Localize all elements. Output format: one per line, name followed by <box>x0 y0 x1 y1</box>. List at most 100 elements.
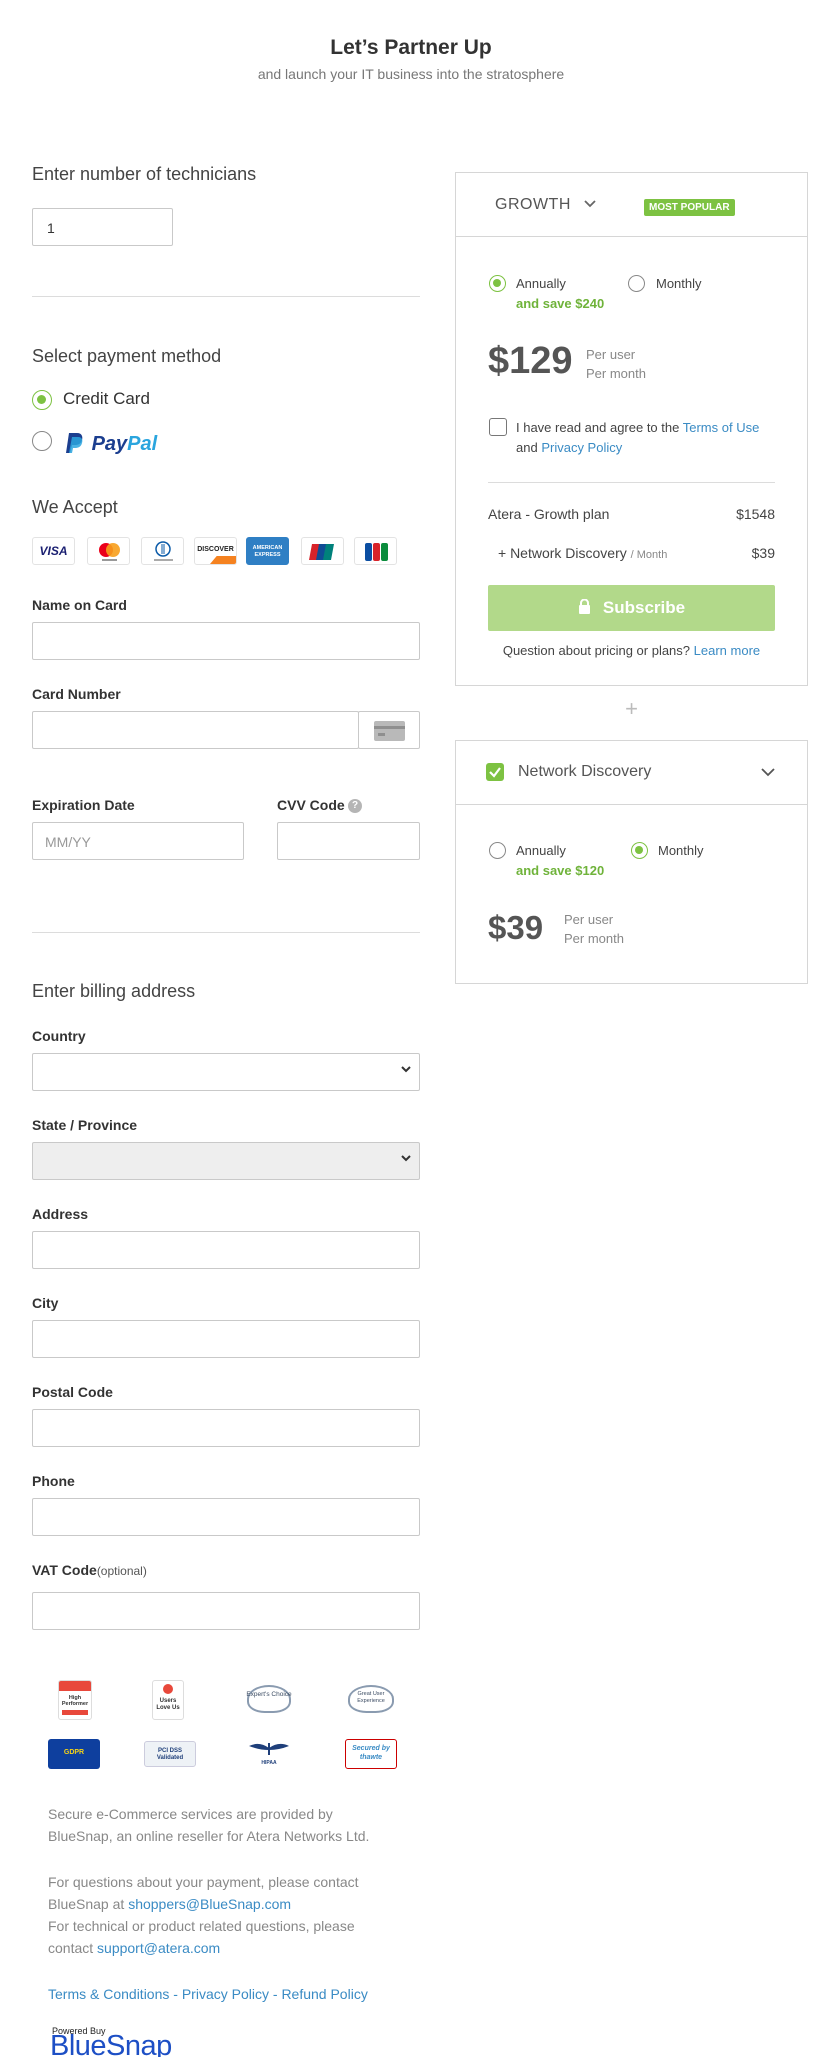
payment-heading: Select payment method <box>32 346 222 366</box>
vat-label-group: VAT Code(optional) <box>32 1562 147 1580</box>
phone-label: Phone <box>32 1473 75 1489</box>
plan-monthly-label: Monthly <box>656 276 702 291</box>
addon-price: $39 <box>488 909 544 946</box>
phone-input[interactable] <box>32 1498 420 1536</box>
vat-optional: (optional) <box>96 1564 147 1578</box>
line-item-plan-value: $1548 <box>736 506 775 522</box>
amex-logo: AMERICAN EXPRESS <box>246 537 289 565</box>
divider <box>488 482 775 483</box>
billing-heading: Enter billing address <box>32 981 196 1001</box>
footer-links: Terms & Conditions - Privacy Policy - Re… <box>48 1986 368 2002</box>
addon-checkbox[interactable] <box>486 763 504 781</box>
privacy-policy-link[interactable]: Privacy Policy <box>541 440 622 455</box>
address-label: Address <box>32 1206 89 1222</box>
addon-monthly-label: Monthly <box>658 843 704 858</box>
addon-price-unit: Per user Per month <box>564 912 624 946</box>
most-popular-badge: MOST POPULAR <box>644 199 735 216</box>
hipaa-badge: HIPAA <box>241 1741 297 1767</box>
cvv-help-icon[interactable]: ? <box>348 799 362 813</box>
vat-input[interactable] <box>32 1592 420 1630</box>
plan-selector[interactable]: GROWTH <box>495 196 596 214</box>
credit-card-icon <box>374 721 405 741</box>
technicians-input[interactable]: 1 <box>32 208 173 246</box>
cvv-input[interactable] <box>277 822 420 860</box>
pci-dss-badge: PCI DSS Validated <box>144 1741 196 1767</box>
country-select[interactable] <box>32 1053 420 1091</box>
paypal-icon <box>66 433 83 453</box>
learn-more-link[interactable]: Learn more <box>694 643 760 658</box>
chevron-down-icon <box>584 200 596 208</box>
line-item-addon-value: $39 <box>751 545 775 561</box>
addon-annually-radio[interactable] <box>489 842 506 859</box>
plus-separator: + <box>625 696 638 721</box>
addon-annual-save: and save $120 <box>516 863 605 878</box>
country-label: Country <box>32 1028 86 1044</box>
jcb-logo <box>354 537 397 565</box>
plan-name: GROWTH <box>495 196 571 213</box>
page-subtitle: and launch your IT business into the str… <box>257 66 565 82</box>
support-contact: For technical or product related questio… <box>48 1918 355 1956</box>
support-email-link[interactable]: support@atera.com <box>97 1940 220 1956</box>
name-on-card-label: Name on Card <box>32 597 127 613</box>
state-select[interactable] <box>32 1142 420 1180</box>
card-type-box <box>358 711 420 749</box>
terms-of-use-link[interactable]: Terms of Use <box>683 420 760 435</box>
plan-annual-save: and save $240 <box>516 296 605 311</box>
divider <box>32 932 420 933</box>
mastercard-logo <box>87 537 130 565</box>
address-input[interactable] <box>32 1231 420 1269</box>
great-user-experience-badge: Great User Experience <box>342 1683 400 1717</box>
city-input[interactable] <box>32 1320 420 1358</box>
chevron-down-icon <box>401 1066 411 1073</box>
bluesnap-email-link[interactable]: shoppers@BlueSnap.com <box>128 1896 291 1912</box>
addon-monthly-radio[interactable] <box>631 842 648 859</box>
postal-code-input[interactable] <box>32 1409 420 1447</box>
diners-club-logo <box>141 537 184 565</box>
plan-monthly-radio[interactable] <box>628 275 645 292</box>
credit-card-label: Credit Card <box>63 389 150 408</box>
unionpay-logo <box>301 537 344 565</box>
expiration-input[interactable]: MM/YY <box>32 822 244 860</box>
plan-price: $129 <box>488 340 573 382</box>
privacy-policy-link[interactable]: Privacy Policy <box>182 1986 269 2002</box>
bluesnap-logo: BlueSnap <box>50 2030 172 2057</box>
vat-label: VAT Code <box>32 1562 97 1578</box>
check-icon <box>489 767 501 778</box>
visa-logo: VISA <box>32 537 75 565</box>
chevron-down-icon[interactable] <box>761 767 775 777</box>
users-love-us-badge: Users Love Us <box>152 1680 184 1720</box>
expiration-placeholder: MM/YY <box>45 834 91 850</box>
terms-checkbox[interactable] <box>489 418 507 436</box>
paypal-logo[interactable]: PayPal <box>64 431 157 457</box>
line-item-addon-label: + Network Discovery / Month <box>498 545 668 561</box>
plan-annually-label: Annually <box>516 276 566 291</box>
refund-policy-link[interactable]: Refund Policy <box>281 1986 367 2002</box>
reseller-notice: Secure e-Commerce services are provided … <box>48 1806 370 1844</box>
high-performer-badge: High Performer <box>58 1680 92 1720</box>
we-accept-heading: We Accept <box>32 497 118 517</box>
addon-name: Network Discovery <box>518 763 652 780</box>
pricing-question: Question about pricing or plans? Learn m… <box>502 643 761 658</box>
terms-conditions-link[interactable]: Terms & Conditions <box>48 1986 169 2002</box>
postal-code-label: Postal Code <box>32 1384 113 1400</box>
divider <box>32 296 420 297</box>
discover-logo: DISCOVER <box>194 537 237 565</box>
thawte-badge: Secured by thawte <box>345 1739 397 1769</box>
state-label: State / Province <box>32 1117 138 1133</box>
divider <box>456 236 807 237</box>
divider <box>456 804 807 805</box>
technicians-heading: Enter number of technicians <box>32 164 257 184</box>
expiration-label: Expiration Date <box>32 797 135 813</box>
lock-icon <box>578 598 590 614</box>
technicians-value: 1 <box>47 220 55 236</box>
addon-annually-label: Annually <box>516 843 566 858</box>
page-title: Let’s Partner Up <box>330 36 492 59</box>
credit-card-radio[interactable] <box>32 390 52 410</box>
subscribe-button[interactable]: Subscribe <box>488 585 775 631</box>
paypal-radio[interactable] <box>32 431 52 451</box>
payment-contact: For questions about your payment, please… <box>48 1874 359 1912</box>
name-on-card-input[interactable] <box>32 622 420 660</box>
plan-annually-radio[interactable] <box>489 275 506 292</box>
card-number-input[interactable] <box>32 711 359 749</box>
gdpr-badge: GDPR <box>48 1739 100 1769</box>
